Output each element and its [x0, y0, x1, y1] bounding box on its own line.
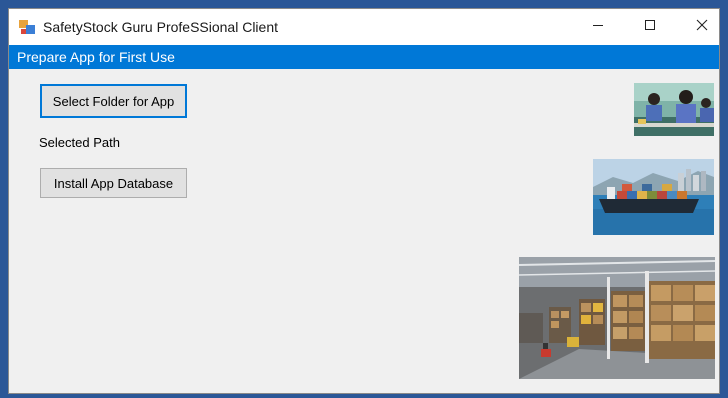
close-icon: [696, 18, 708, 36]
install-database-button[interactable]: Install App Database: [40, 168, 187, 198]
select-folder-button[interactable]: Select Folder for App: [40, 84, 187, 118]
close-button[interactable]: [679, 9, 719, 45]
selected-path-label: Selected Path: [39, 135, 120, 150]
warehouse-photo: [519, 257, 715, 379]
app-window: SafetyStock Guru ProfeSSional Client Pre…: [8, 8, 720, 394]
minimize-icon: [592, 18, 604, 36]
cargo-ship-photo: [593, 159, 714, 235]
maximize-button[interactable]: [627, 9, 673, 45]
maximize-icon: [644, 18, 656, 36]
title-bar[interactable]: SafetyStock Guru ProfeSSional Client: [9, 9, 719, 45]
factory-workers-photo: [634, 83, 714, 136]
window-title: SafetyStock Guru ProfeSSional Client: [43, 19, 279, 35]
app-window-icon: [19, 19, 35, 35]
minimize-button[interactable]: [575, 9, 621, 45]
section-header: Prepare App for First Use: [9, 45, 719, 69]
